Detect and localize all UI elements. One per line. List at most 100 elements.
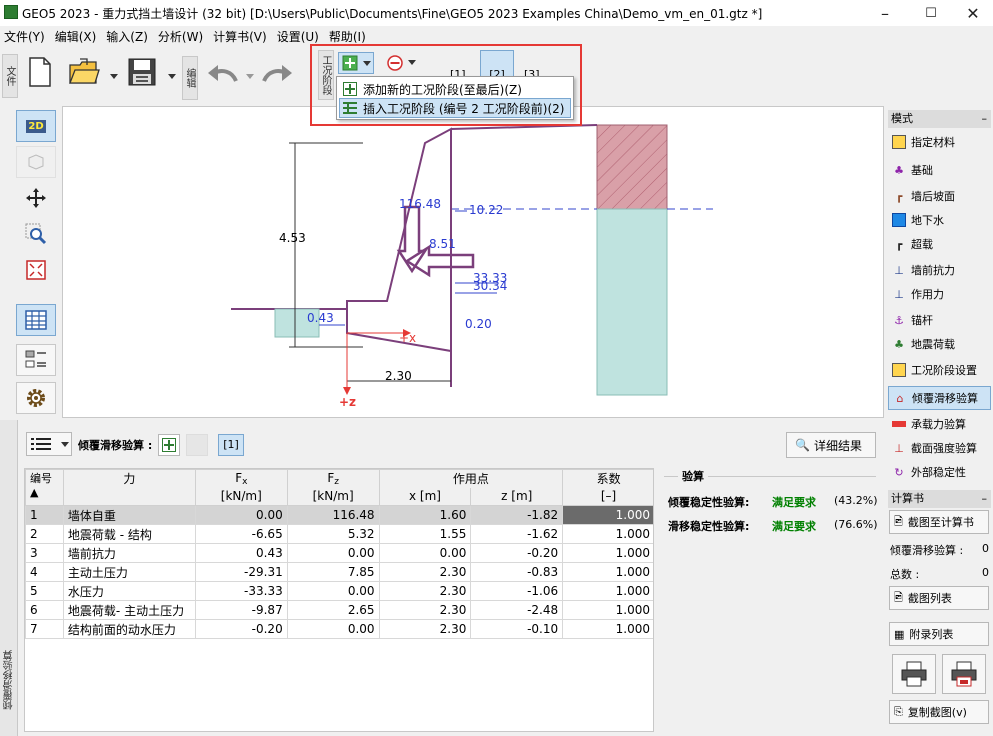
table-row[interactable]: 1 墙体自重 0.00 116.48 1.60 -1.82 1.000 bbox=[25, 505, 653, 525]
table-row[interactable]: 7 结构前面的动水压力 -0.20 0.00 2.30 -0.10 1.000 bbox=[25, 619, 653, 639]
mode-earthquake-label: 地震荷载 bbox=[911, 338, 955, 351]
add-verification-button[interactable] bbox=[158, 434, 180, 456]
menu-analysis[interactable]: 分析(W) bbox=[158, 28, 203, 45]
fit-view-icon bbox=[26, 260, 46, 280]
menu-file[interactable]: 文件(Y) bbox=[4, 28, 45, 45]
list-options-button[interactable] bbox=[26, 432, 72, 456]
drawing-canvas[interactable]: 4.53 2.30 +x +z 116.48 10.22 8.51 33.33 … bbox=[62, 106, 884, 418]
copy-picture-icon: ⎘ bbox=[894, 705, 903, 718]
maximize-button[interactable]: ☐ bbox=[908, 0, 954, 26]
view-3d-button[interactable] bbox=[16, 146, 56, 178]
cell-coef[interactable]: 1.000 bbox=[562, 581, 653, 601]
detail-results-icon: 🔍 bbox=[795, 438, 810, 452]
water-icon bbox=[892, 213, 906, 227]
side-title: 倾覆滑移验算 bbox=[4, 650, 15, 710]
print-preview-button[interactable] bbox=[942, 654, 986, 694]
mode-front-resistance-label: 墙前抗力 bbox=[911, 264, 955, 277]
mode-anchors[interactable]: ⚓ 锚杆 bbox=[888, 308, 991, 332]
mode-overturning-verification[interactable]: ⌂ 倾覆滑移验算 bbox=[888, 386, 991, 410]
close-button[interactable]: ✕ bbox=[950, 0, 993, 26]
copy-picture-button[interactable]: ⎘ 复制截图(v) bbox=[889, 700, 989, 724]
appendix-list-icon: ▦ bbox=[894, 627, 905, 641]
mode-material[interactable]: 指定材料 bbox=[888, 130, 991, 154]
appendix-list-button[interactable]: ▦ 附录列表 bbox=[889, 622, 989, 646]
list-icon bbox=[31, 438, 51, 450]
save-dropdown-arrow[interactable] bbox=[168, 74, 176, 79]
overturn-pic-count-label: 倾覆滑移验算 : bbox=[890, 544, 964, 557]
overturn-label: 倾覆稳定性验算: bbox=[668, 496, 750, 509]
cell-coef[interactable]: 1.000 bbox=[562, 619, 653, 639]
section-icon: ⊥ bbox=[894, 441, 904, 455]
appendix-list-label: 附录列表 bbox=[909, 628, 954, 641]
table-row[interactable]: 2 地震荷载 - 结构 -6.65 5.32 1.55 -1.62 1.000 bbox=[25, 524, 653, 544]
cell-no: 7 bbox=[25, 619, 64, 639]
settings-button[interactable] bbox=[16, 382, 56, 414]
styles-button[interactable] bbox=[16, 344, 56, 376]
cell-coef[interactable]: 1.000 bbox=[562, 562, 653, 582]
zoom-button[interactable] bbox=[16, 218, 56, 250]
menu-report[interactable]: 计算书(V) bbox=[213, 28, 267, 45]
mode-applied-forces[interactable]: ⊥ 作用力 bbox=[888, 282, 991, 306]
bottom-side-strip: 倾覆滑移验算 bbox=[0, 420, 18, 736]
col-fx: Fx bbox=[194, 469, 288, 488]
picture-list-button[interactable]: 🖻 截图列表 bbox=[889, 586, 989, 610]
mode-section-strength[interactable]: ⊥ 截面强度验算 bbox=[888, 436, 991, 460]
bottom-panel: 倾覆滑移验算 倾覆滑移验算 : [1] 🔍 详细结果 编号 ▲ 力 Fx Fz … bbox=[0, 420, 886, 736]
col-no[interactable]: 编号 ▲ bbox=[25, 469, 64, 506]
menu-input[interactable]: 输入(Z) bbox=[106, 28, 148, 45]
mode-bearing-capacity[interactable]: 承载力验算 bbox=[888, 412, 991, 436]
table-row[interactable]: 5 水压力 -33.33 0.00 2.30 -1.06 1.000 bbox=[25, 581, 653, 601]
redo-icon[interactable] bbox=[260, 56, 296, 92]
title-bar: GEO5 2023 - 重力式挡土墙设计 (32 bit) [D:\Users\… bbox=[0, 0, 993, 26]
cell-coef[interactable]: 1.000 bbox=[562, 600, 653, 620]
view-2d-button[interactable]: 2D bbox=[16, 110, 56, 142]
weight-force-value: 116.48 bbox=[399, 197, 441, 211]
open-file-icon[interactable] bbox=[66, 54, 102, 90]
cell-fz: 5.32 bbox=[286, 524, 380, 544]
cell-force: 水压力 bbox=[62, 581, 196, 601]
verification-panel: 验算 倾覆稳定性验算: 满足要求 (43.2%) 滑移稳定性验算: 满足要求 (… bbox=[660, 468, 882, 732]
new-file-icon[interactable] bbox=[22, 54, 58, 90]
col-fz-unit: [kN/m] bbox=[286, 487, 380, 506]
table-view-button[interactable] bbox=[16, 304, 56, 336]
mode-earthquake[interactable]: ♣ 地震荷载 bbox=[888, 332, 991, 356]
remove-verification-button[interactable] bbox=[186, 434, 208, 456]
cell-coef[interactable]: 1.000 bbox=[562, 524, 653, 544]
mode-groundwater-label: 地下水 bbox=[911, 214, 944, 227]
col-fx-unit: [kN/m] bbox=[194, 487, 288, 506]
zoom-extents-button[interactable] bbox=[16, 254, 56, 286]
mode-external-stability[interactable]: ↻ 外部稳定性 bbox=[888, 460, 991, 484]
left-toolbar: 2D bbox=[0, 104, 60, 420]
mode-foundation[interactable]: ♣ 基础 bbox=[888, 158, 991, 182]
detail-results-button[interactable]: 🔍 详细结果 bbox=[786, 432, 876, 458]
open-dropdown-arrow[interactable] bbox=[110, 74, 118, 79]
col-fx-subscript: x bbox=[242, 476, 248, 487]
cell-force: 墙体自重 bbox=[62, 505, 196, 525]
menu-settings[interactable]: 设置(U) bbox=[277, 28, 319, 45]
minimize-button[interactable]: – bbox=[862, 0, 908, 26]
pan-button[interactable] bbox=[16, 182, 56, 214]
menu-help[interactable]: 帮助(I) bbox=[329, 28, 366, 45]
cell-coef[interactable]: 1.000 bbox=[562, 543, 653, 563]
table-row[interactable]: 3 墙前抗力 0.43 0.00 0.00 -0.20 1.000 bbox=[25, 543, 653, 563]
undo-dropdown-arrow[interactable] bbox=[246, 74, 254, 79]
mode-external-stability-label: 外部稳定性 bbox=[911, 466, 966, 479]
mode-front-resistance[interactable]: ⊥ 墙前抗力 bbox=[888, 258, 991, 282]
table-row[interactable]: 6 地震荷载- 主动土压力 -9.87 2.65 2.30 -2.48 1.00… bbox=[25, 600, 653, 620]
print-button[interactable] bbox=[892, 654, 936, 694]
save-file-icon[interactable] bbox=[124, 54, 160, 90]
total-pic-count-label: 总数 : bbox=[890, 568, 920, 581]
mode-stage-settings-label: 工况阶段设置 bbox=[911, 364, 977, 377]
mode-groundwater[interactable]: 地下水 bbox=[888, 208, 991, 232]
x-axis-label: +x bbox=[399, 331, 417, 345]
table-row[interactable]: 4 主动土压力 -29.31 7.85 2.30 -0.83 1.000 bbox=[25, 562, 653, 582]
verification-tab-1[interactable]: [1] bbox=[218, 434, 244, 456]
mode-surcharge[interactable]: ┏ 超载 bbox=[888, 232, 991, 256]
mode-slope[interactable]: ┏ 墙后坡面 bbox=[888, 184, 991, 208]
menu-edit[interactable]: 编辑(X) bbox=[55, 28, 97, 45]
mode-stage-settings[interactable]: 工况阶段设置 bbox=[888, 358, 991, 382]
add-to-report-button[interactable]: 🖻 截图至计算书 bbox=[889, 510, 989, 534]
undo-icon[interactable] bbox=[204, 56, 240, 92]
mode-anchors-label: 锚杆 bbox=[911, 314, 933, 327]
cell-coef[interactable]: 1.000 bbox=[562, 505, 653, 525]
